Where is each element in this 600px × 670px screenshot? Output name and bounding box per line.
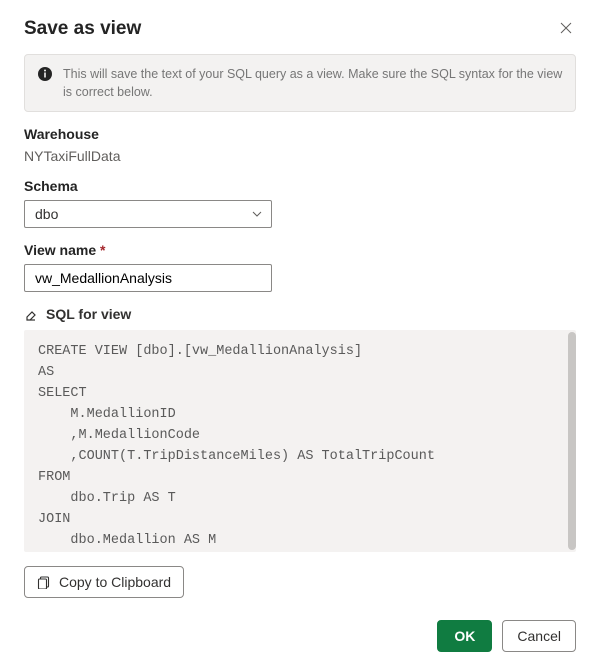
view-name-label-text: View name: [24, 242, 96, 258]
view-name-field: View name *: [24, 242, 576, 292]
sql-section: SQL for view CREATE VIEW [dbo].[vw_Medal…: [24, 306, 576, 552]
schema-label: Schema: [24, 178, 576, 194]
sql-label: SQL for view: [46, 306, 131, 322]
eraser-icon: [24, 307, 38, 321]
warehouse-value: NYTaxiFullData: [24, 148, 576, 164]
required-marker: *: [100, 242, 105, 258]
view-name-label: View name *: [24, 242, 576, 258]
sql-header: SQL for view: [24, 306, 576, 322]
info-text: This will save the text of your SQL quer…: [63, 65, 563, 101]
footer-actions: OK Cancel: [24, 620, 576, 652]
chevron-down-icon: [251, 208, 263, 220]
info-banner: This will save the text of your SQL quer…: [24, 54, 576, 112]
dialog-header: Save as view: [24, 18, 576, 40]
schema-selected-value: dbo: [35, 206, 58, 222]
dialog-title: Save as view: [24, 18, 141, 40]
scrollbar[interactable]: [568, 332, 576, 550]
close-button[interactable]: [556, 18, 576, 40]
footer-top: Copy to Clipboard: [24, 566, 576, 598]
copy-button-label: Copy to Clipboard: [59, 574, 171, 590]
warehouse-field: Warehouse NYTaxiFullData: [24, 126, 576, 164]
cancel-button[interactable]: Cancel: [502, 620, 576, 652]
clipboard-icon: [37, 575, 51, 589]
copy-to-clipboard-button[interactable]: Copy to Clipboard: [24, 566, 184, 598]
sql-code-text: CREATE VIEW [dbo].[vw_MedallionAnalysis]…: [38, 344, 435, 547]
schema-select[interactable]: dbo: [24, 200, 272, 228]
close-icon: [560, 22, 572, 34]
schema-field: Schema dbo: [24, 178, 576, 228]
view-name-input[interactable]: [24, 264, 272, 292]
ok-button[interactable]: OK: [437, 620, 492, 652]
sql-code-box[interactable]: CREATE VIEW [dbo].[vw_MedallionAnalysis]…: [24, 330, 576, 552]
warehouse-label: Warehouse: [24, 126, 576, 142]
info-icon: [37, 66, 53, 82]
